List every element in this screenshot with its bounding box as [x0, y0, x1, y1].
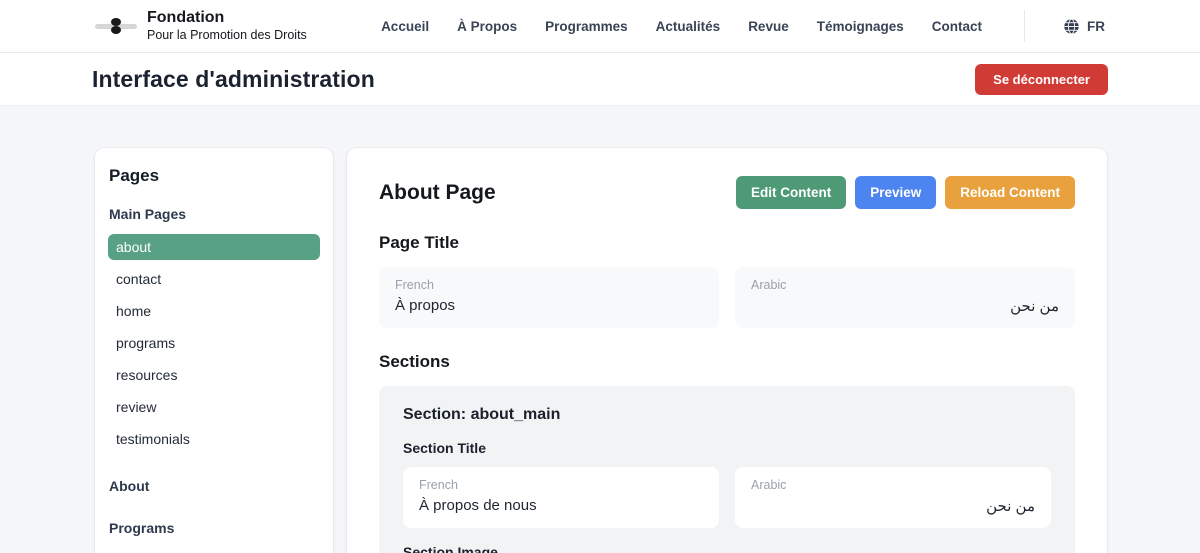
nav-link-a-propos[interactable]: À Propos: [457, 19, 517, 34]
panel-title: About Page: [379, 181, 496, 205]
nav-link-actualites[interactable]: Actualités: [656, 19, 721, 34]
sidebar-item-review[interactable]: review: [108, 394, 320, 420]
field-value-arabic: من نحن: [751, 297, 1059, 315]
nav-divider: [1024, 10, 1025, 42]
nav-link-revue[interactable]: Revue: [748, 19, 789, 34]
brand-title: Fondation: [147, 9, 307, 27]
field-label-arabic: Arabic: [751, 278, 1059, 292]
sidebar-item-contact[interactable]: contact: [108, 266, 320, 292]
page-title-french-field[interactable]: French À propos: [379, 267, 719, 328]
page-title-arabic-field[interactable]: Arabic من نحن: [735, 267, 1075, 328]
page-title-fields: French À propos Arabic من نحن: [379, 267, 1075, 328]
sidebar-item-programs[interactable]: programs: [108, 330, 320, 356]
nav-link-accueil[interactable]: Accueil: [381, 19, 429, 34]
field-label-french: French: [395, 278, 703, 292]
reload-content-button[interactable]: Reload Content: [945, 176, 1075, 209]
brand-subtitle: Pour la Promotion des Droits: [147, 28, 307, 43]
brand[interactable]: Fondation Pour la Promotion des Droits: [95, 9, 307, 42]
nav-link-temoignages[interactable]: Témoignages: [817, 19, 904, 34]
field-value-french: À propos: [395, 297, 703, 314]
field-value-french: À propos de nous: [419, 497, 703, 514]
section-title-heading: Section Title: [403, 440, 1051, 456]
sidebar-group-main-pages: Main Pages: [109, 206, 320, 222]
sidebar-item-about[interactable]: about: [108, 234, 320, 260]
sidebar-title: Pages: [109, 166, 320, 186]
about-page-panel: About Page Edit Content Preview Reload C…: [347, 148, 1107, 553]
field-label-french: French: [419, 478, 703, 492]
nav-links: Accueil À Propos Programmes Actualités R…: [381, 10, 1105, 42]
section-image-heading: Section Image: [403, 544, 1051, 553]
content-area: Pages Main Pages about contact home prog…: [0, 106, 1200, 553]
page-title-heading: Page Title: [379, 233, 1075, 253]
sections-heading: Sections: [379, 352, 1075, 372]
section-name: Section: about_main: [403, 406, 1051, 424]
sidebar-group-programs[interactable]: Programs: [109, 520, 320, 536]
logout-button[interactable]: Se déconnecter: [975, 64, 1108, 95]
section-about-main-card: Section: about_main Section Title French…: [379, 386, 1075, 553]
sidebar-item-resources[interactable]: resources: [108, 362, 320, 388]
language-switcher[interactable]: FR: [1063, 18, 1105, 35]
admin-header: Interface d'administration Se déconnecte…: [0, 53, 1200, 106]
top-navbar: Fondation Pour la Promotion des Droits A…: [0, 0, 1200, 53]
section-title-french-field[interactable]: French À propos de nous: [403, 467, 719, 528]
field-label-arabic: Arabic: [751, 478, 1035, 492]
section-title-fields: French À propos de nous Arabic من نحن: [403, 467, 1051, 528]
edit-content-button[interactable]: Edit Content: [736, 176, 846, 209]
action-buttons: Edit Content Preview Reload Content: [736, 176, 1075, 209]
sidebar-item-home[interactable]: home: [108, 298, 320, 324]
nav-link-programmes[interactable]: Programmes: [545, 19, 628, 34]
language-label: FR: [1087, 19, 1105, 34]
field-value-arabic: من نحن: [751, 497, 1035, 515]
page-title: Interface d'administration: [92, 66, 375, 93]
pages-sidebar: Pages Main Pages about contact home prog…: [95, 148, 333, 553]
section-title-arabic-field[interactable]: Arabic من نحن: [735, 467, 1051, 528]
nav-link-contact[interactable]: Contact: [932, 19, 982, 34]
globe-icon: [1063, 18, 1080, 35]
preview-button[interactable]: Preview: [855, 176, 936, 209]
brand-logo-icon: [95, 15, 137, 37]
sidebar-item-testimonials[interactable]: testimonials: [108, 426, 320, 452]
sidebar-group-about[interactable]: About: [109, 478, 320, 494]
